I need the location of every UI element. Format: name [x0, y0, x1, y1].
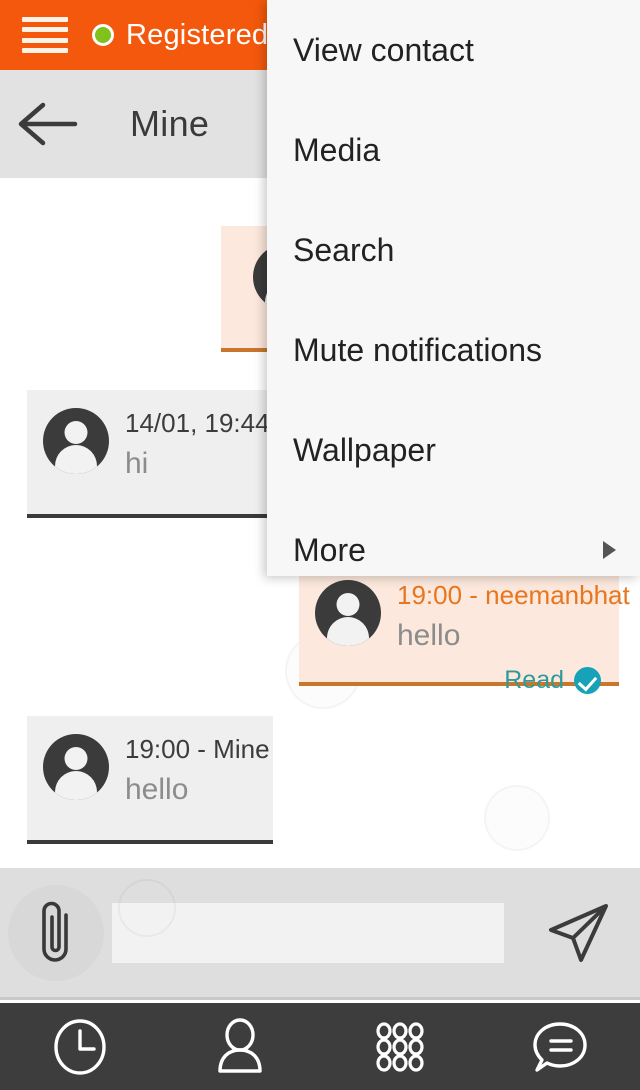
menu-item-label: Mute notifications	[293, 331, 543, 368]
menu-item-more[interactable]: More	[267, 500, 640, 600]
clock-icon	[54, 1018, 106, 1075]
avatar	[43, 734, 109, 800]
message-text: hi	[125, 447, 149, 480]
menu-item-label: More	[293, 531, 366, 568]
back-arrow-icon	[18, 102, 78, 146]
menu-item-label: View contact	[293, 31, 474, 68]
composer-ripple	[118, 879, 176, 937]
read-receipt-label: Read	[504, 666, 564, 694]
read-receipt: Read	[397, 666, 601, 695]
bottom-navigation	[0, 1003, 640, 1090]
send-icon	[549, 903, 608, 962]
chat-bubble-icon	[533, 1021, 587, 1072]
message-text: hello	[397, 619, 461, 652]
menu-item-view-contact[interactable]: View contact	[267, 0, 640, 100]
nav-item-contacts[interactable]	[160, 1003, 320, 1090]
menu-item-wallpaper[interactable]: Wallpaper	[267, 400, 640, 500]
dialpad-icon	[376, 1021, 424, 1072]
attach-button[interactable]	[0, 867, 112, 999]
app-root: Registered Mine 14/01, 19:44 - hi 19:00 …	[0, 0, 640, 1090]
menu-item-search[interactable]: Search	[267, 200, 640, 300]
hamburger-line	[22, 27, 68, 33]
hamburger-line	[22, 17, 68, 22]
message-bubble-incoming[interactable]: 19:00 - Mine hello	[27, 716, 273, 844]
registration-status-label: Registered	[126, 18, 269, 51]
menu-item-label: Media	[293, 131, 381, 168]
menu-item-mute-notifications[interactable]: Mute notifications	[267, 300, 640, 400]
send-button[interactable]	[522, 867, 634, 999]
message-composer	[0, 868, 640, 1000]
check-circle-icon	[574, 667, 601, 694]
hamburger-line	[22, 47, 68, 53]
nav-item-messages[interactable]	[480, 1003, 640, 1090]
registration-status[interactable]: Registered	[92, 19, 268, 52]
page-title: Mine	[130, 103, 210, 144]
chevron-right-icon	[603, 541, 616, 559]
person-icon	[218, 1017, 262, 1073]
hamburger-line	[22, 37, 68, 43]
avatar	[43, 408, 109, 474]
ripple-decoration	[484, 785, 550, 851]
message-text: hello	[125, 773, 189, 806]
menu-item-media[interactable]: Media	[267, 100, 640, 200]
overflow-menu[interactable]: View contact Media Search Mute notificat…	[267, 0, 640, 576]
attach-ripple	[8, 885, 104, 981]
menu-item-label: Search	[293, 231, 395, 268]
message-meta: 14/01, 19:44 -	[125, 408, 286, 438]
status-dot-icon	[92, 24, 114, 46]
message-meta: 19:00 - Mine	[125, 734, 270, 764]
nav-item-dialpad[interactable]	[320, 1003, 480, 1090]
hamburger-icon[interactable]	[22, 13, 68, 57]
menu-item-label: Wallpaper	[293, 431, 436, 468]
back-button[interactable]	[0, 70, 96, 178]
nav-item-recents[interactable]	[0, 1003, 160, 1090]
